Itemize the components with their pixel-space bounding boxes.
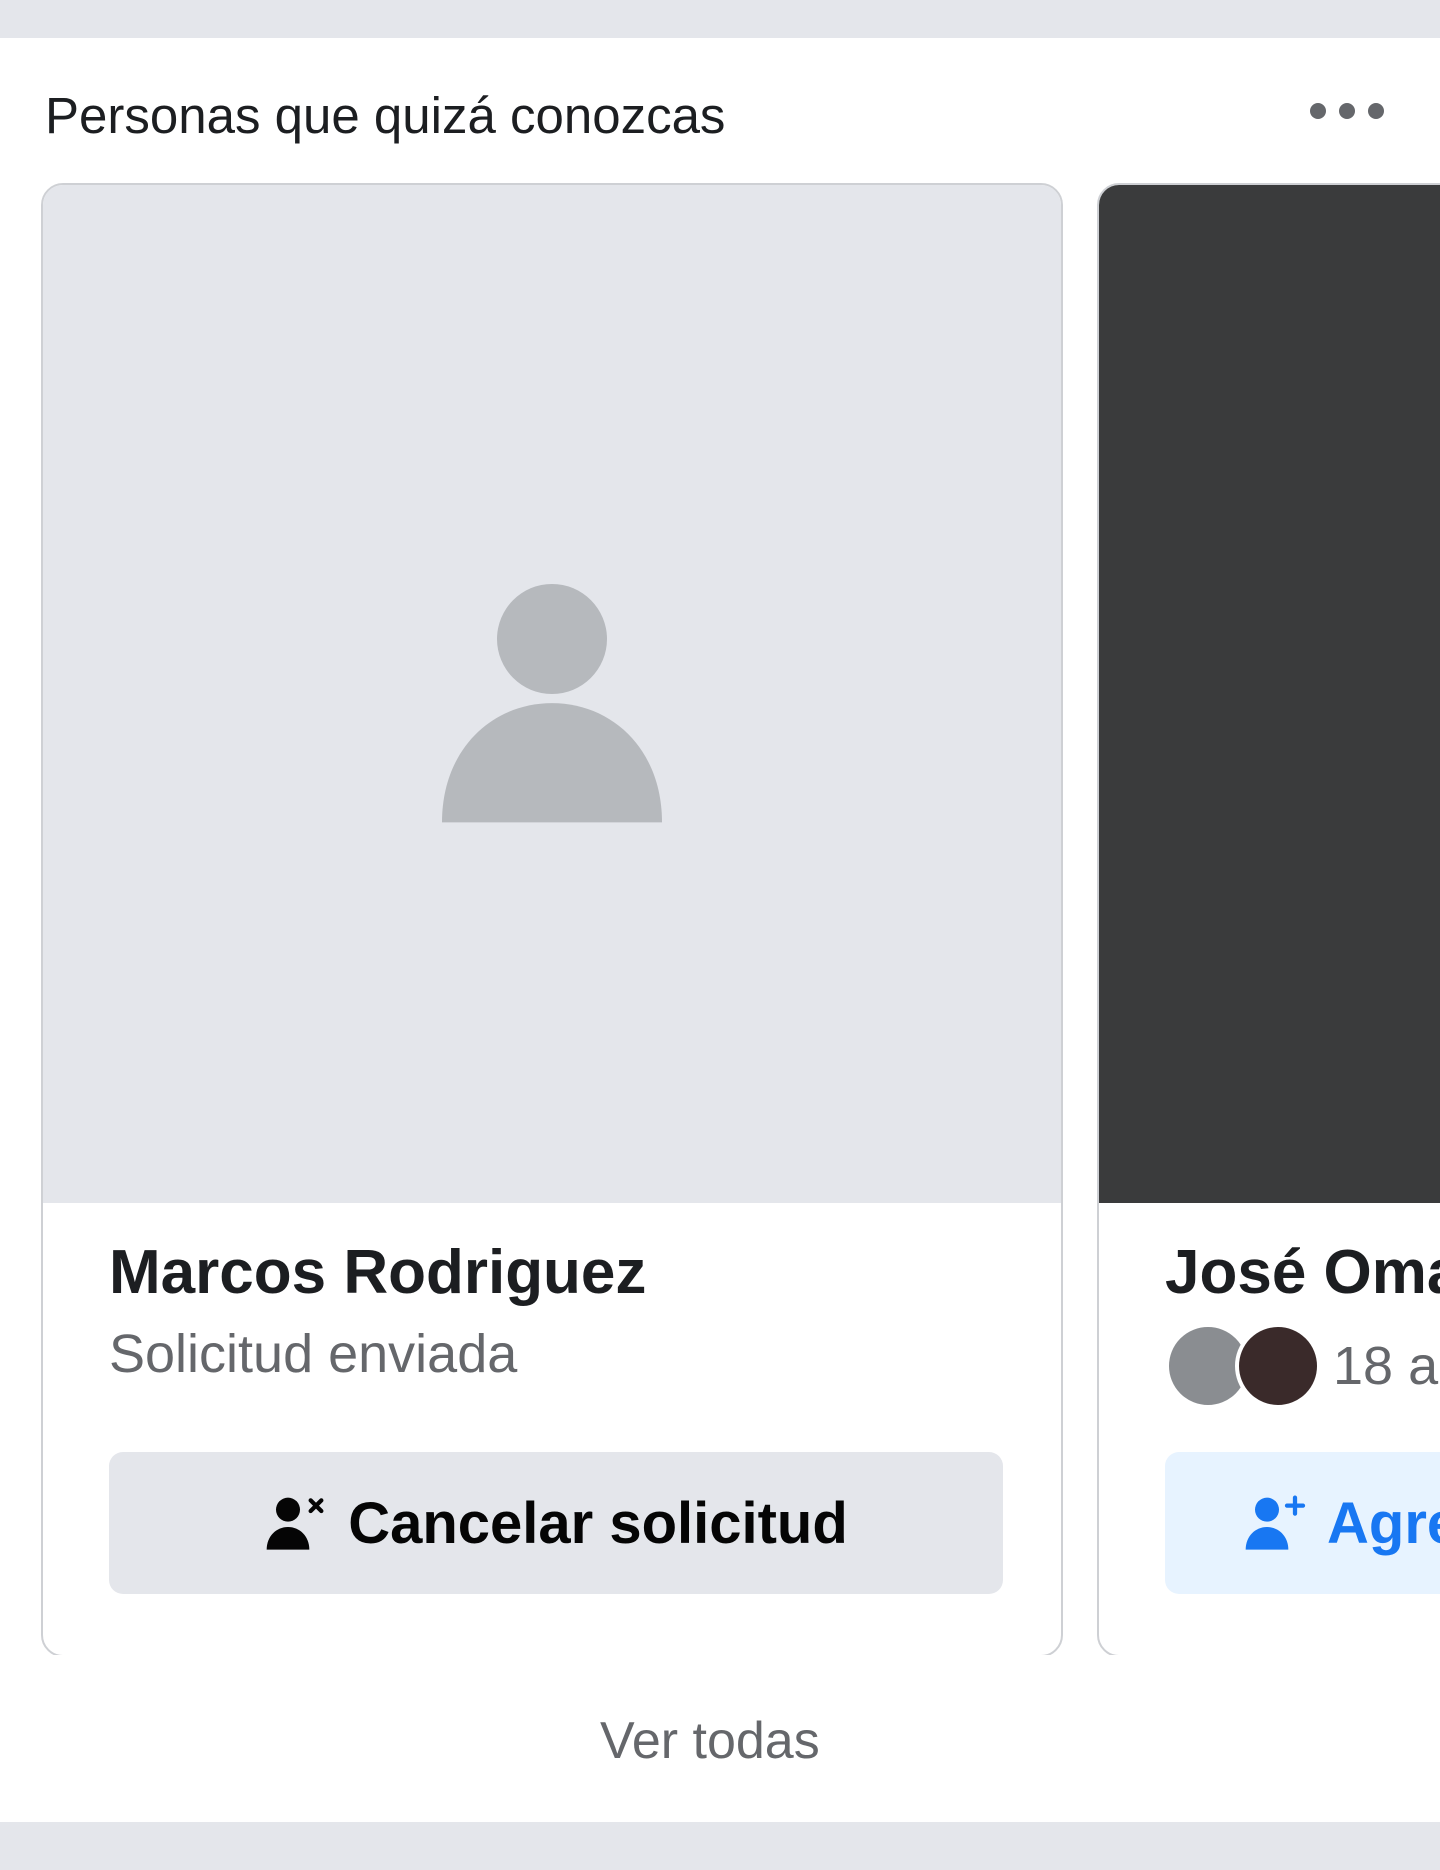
mutual-friends: 18 a xyxy=(1165,1323,1438,1409)
add-friend-label: Agre xyxy=(1327,1490,1440,1556)
profile-photo[interactable] xyxy=(43,185,1061,1203)
more-dot xyxy=(1368,103,1384,119)
suggestions-carousel[interactable]: Marcos Rodriguez Solicitud enviada Cance… xyxy=(0,183,1440,1655)
profile-photo[interactable] xyxy=(1099,185,1440,1203)
top-separator-band xyxy=(0,0,1440,38)
section-title: Personas que quizá conozcas xyxy=(45,87,726,144)
more-options-button[interactable] xyxy=(1310,96,1384,126)
profile-placeholder-icon xyxy=(442,584,662,823)
see-all-link[interactable]: Ver todas xyxy=(600,1711,820,1771)
mutual-friends-count: 18 a xyxy=(1333,1336,1439,1396)
profile-name[interactable]: Marcos Rodriguez xyxy=(109,1237,646,1308)
cancel-request-label: Cancelar solicitud xyxy=(348,1490,848,1556)
add-friend-button[interactable]: Agre xyxy=(1165,1452,1440,1594)
more-dot xyxy=(1339,103,1355,119)
profile-name[interactable]: José Oma xyxy=(1165,1237,1440,1308)
more-dot xyxy=(1310,103,1326,119)
user-add-icon xyxy=(1245,1495,1306,1550)
cancel-request-button[interactable]: Cancelar solicitud xyxy=(109,1452,1003,1594)
bottom-separator-band xyxy=(0,1822,1440,1870)
suggestion-card[interactable]: Marcos Rodriguez Solicitud enviada Cance… xyxy=(41,183,1063,1655)
user-cancel-icon xyxy=(266,1497,324,1550)
suggestion-card[interactable]: José Oma 18 a Agre xyxy=(1097,183,1440,1655)
request-status: Solicitud enviada xyxy=(109,1324,518,1384)
mutual-friend-avatar xyxy=(1235,1323,1321,1409)
